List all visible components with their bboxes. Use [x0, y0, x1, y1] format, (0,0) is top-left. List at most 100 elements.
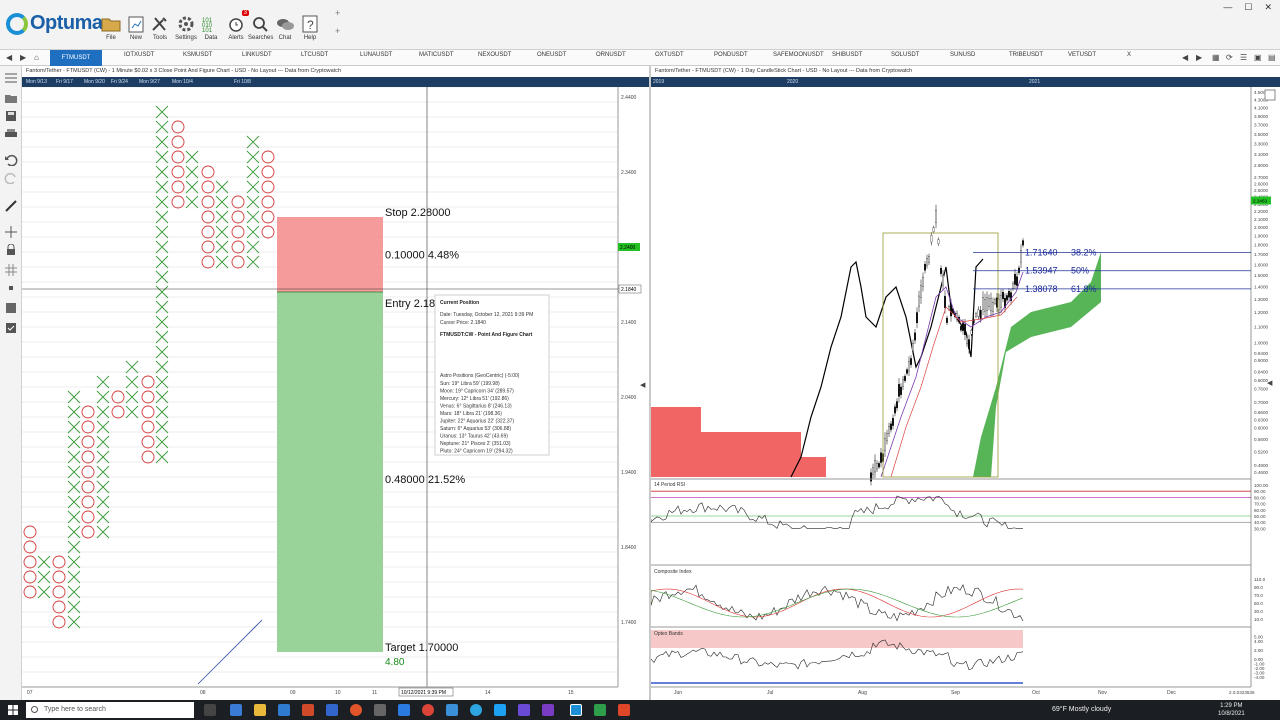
candle-price-tick: 1.2000	[1254, 310, 1268, 315]
undo-icon[interactable]	[4, 154, 18, 166]
chat-button[interactable]: Chat	[273, 14, 297, 41]
brave-browser-icon[interactable]	[350, 704, 362, 716]
sync-icon[interactable]: ⟳	[1226, 53, 1233, 62]
list-icon[interactable]: ☰	[1240, 53, 1247, 62]
task-view-icon[interactable]	[204, 704, 216, 716]
tab-maticusdt[interactable]: MATICUSDT	[419, 52, 454, 58]
tab-lunausdt[interactable]: LUNAUSDT	[360, 52, 392, 58]
app-icon-12[interactable]	[618, 704, 630, 716]
app-icon-10[interactable]	[542, 704, 554, 716]
alerts-button[interactable]: 3 Alerts	[224, 10, 249, 41]
drawing-tool-icon[interactable]	[4, 200, 18, 212]
minimize-icon[interactable]: —	[1223, 2, 1232, 13]
weather-widget[interactable]: 69°F Mostly cloudy	[1052, 706, 1111, 713]
tab-ksmusdt[interactable]: KSMUSDT	[183, 52, 212, 58]
file-explorer-icon[interactable]	[254, 704, 266, 716]
profit-target-zone[interactable]	[277, 292, 383, 652]
optuma-taskbar-icon[interactable]	[570, 704, 582, 716]
tab-nexousdt[interactable]: NEXOUSDT	[478, 52, 511, 58]
taskbar-search-input[interactable]: Type here to search	[26, 702, 194, 718]
app-icon-6[interactable]	[398, 704, 410, 716]
more-icon[interactable]: ▤	[1268, 53, 1276, 62]
redo-icon[interactable]	[4, 172, 18, 184]
app-icon-9[interactable]	[518, 704, 530, 716]
settings-button[interactable]: Settings	[174, 14, 198, 41]
point-figure-chart[interactable]: 2.4400 2.3400 2.1400 2.0400 1.9400 1.8400 1.74…	[22, 87, 649, 700]
folder-icon	[101, 18, 121, 32]
tab-ftmusdt[interactable]: FTMUSDT	[50, 50, 102, 66]
app-icon-1[interactable]	[230, 704, 242, 716]
list-icon[interactable]	[4, 72, 18, 84]
stop-loss-zone[interactable]	[277, 217, 383, 292]
tab-back-arrow-icon[interactable]: ◀	[6, 53, 12, 62]
data-button[interactable]: 101 010 101 Data	[199, 14, 223, 41]
tab-tribeusdt[interactable]: TRIBEUSDT	[1009, 52, 1043, 58]
chrome-icon[interactable]	[422, 704, 434, 716]
tab-oxtusdt[interactable]: OXTUSDT	[655, 52, 684, 58]
app-icon-4[interactable]	[326, 704, 338, 716]
close-icon[interactable]: ✕	[1264, 2, 1272, 13]
candle-body	[922, 277, 924, 287]
app-icon-2[interactable]	[278, 704, 290, 716]
home-icon[interactable]: ⌂	[34, 53, 39, 62]
tab-ornusdt[interactable]: ORNUSDT	[596, 52, 626, 58]
stamp-icon[interactable]	[4, 282, 18, 294]
maximize-icon[interactable]: ☐	[1244, 2, 1252, 13]
tabs-scroll-right-icon[interactable]: ▶	[1196, 53, 1202, 62]
app-icon-5[interactable]	[374, 704, 386, 716]
tab-solusdt[interactable]: SOLUSDT	[891, 52, 919, 58]
taskbar-search-placeholder: Type here to search	[44, 706, 106, 713]
ribbon-add-icon[interactable]: +	[335, 8, 340, 18]
file-button[interactable]: File	[99, 14, 123, 41]
pf-o-mark	[81, 435, 95, 449]
tab-iotxusdt[interactable]: IOTXUSDT	[124, 52, 154, 58]
tab-vetusdt[interactable]: VETUSDT	[1068, 52, 1096, 58]
tab-x[interactable]: X	[1127, 52, 1131, 58]
tools-button[interactable]: Tools	[148, 14, 172, 41]
tab-linkusdt[interactable]: LINKUSDT	[242, 52, 272, 58]
notes-icon[interactable]	[4, 302, 18, 314]
print-icon[interactable]	[4, 128, 18, 140]
windows-start-icon[interactable]	[8, 705, 18, 715]
system-clock[interactable]: 1:29 PM 10/8/2021	[1218, 702, 1245, 718]
candlestick-chart[interactable]: 4.50004.30004.10003.90003.70003.50003.30…	[651, 87, 1280, 700]
candle-scroll-up-icon[interactable]	[1264, 89, 1276, 101]
save-icon[interactable]	[4, 110, 18, 122]
pf-x-mark	[246, 225, 260, 239]
help-button[interactable]: ? Help	[298, 14, 322, 41]
checklist-icon[interactable]	[4, 322, 18, 334]
crosshair-icon[interactable]	[4, 226, 18, 238]
ribbon-add-icon-2[interactable]: +	[335, 26, 340, 36]
tab-oneusdt[interactable]: ONEUSDT	[537, 52, 566, 58]
tab-forward-arrow-icon[interactable]: ▶	[20, 53, 26, 62]
candle-collapse-arrow-icon[interactable]: ◀	[1267, 380, 1273, 387]
searches-button[interactable]: Searches	[248, 14, 273, 41]
grid-layout-icon[interactable]: ▦	[1212, 53, 1220, 62]
grid-icon[interactable]	[4, 264, 18, 276]
tab-sunusd[interactable]: SUNUSD	[950, 52, 975, 58]
app-icon-8[interactable]	[494, 704, 506, 716]
pf-x-mark	[185, 180, 199, 194]
tabs-scroll-left-icon[interactable]: ◀	[1182, 53, 1188, 62]
tab-shibusdt[interactable]: SHIBUSDT	[832, 52, 862, 58]
candle-body	[1008, 291, 1010, 298]
app-icon-3[interactable]	[302, 704, 314, 716]
pf-trendline[interactable]	[197, 619, 263, 685]
lock-icon[interactable]	[4, 244, 18, 256]
telegram-icon[interactable]	[470, 704, 482, 716]
app-icon-7[interactable]	[446, 704, 458, 716]
pf-collapse-arrow-icon[interactable]: ◀	[640, 382, 646, 389]
tooltip-astro-line: Uranus: 13° Taurus 42' (43.69)	[440, 434, 508, 440]
clock-date: 10/8/2021	[1218, 711, 1245, 717]
tab-ltcusdt[interactable]: LTCUSDT	[301, 52, 328, 58]
new-button[interactable]: New	[124, 14, 148, 41]
tab-safemoonusdt[interactable]: SAFEMOONUSDT	[773, 52, 824, 58]
pf-o-mark	[81, 405, 95, 419]
candle-body	[940, 267, 942, 274]
open-folder-icon[interactable]	[4, 92, 18, 104]
tile-icon[interactable]: ▣	[1254, 53, 1262, 62]
tooltip-astro-line: Sun: 19° Libra 59' (199.98)	[440, 381, 500, 387]
tab-pondusdt[interactable]: PONDUSDT	[714, 52, 748, 58]
app-icon-11[interactable]	[594, 704, 606, 716]
candle-price-tick: 0.6300	[1254, 418, 1268, 423]
